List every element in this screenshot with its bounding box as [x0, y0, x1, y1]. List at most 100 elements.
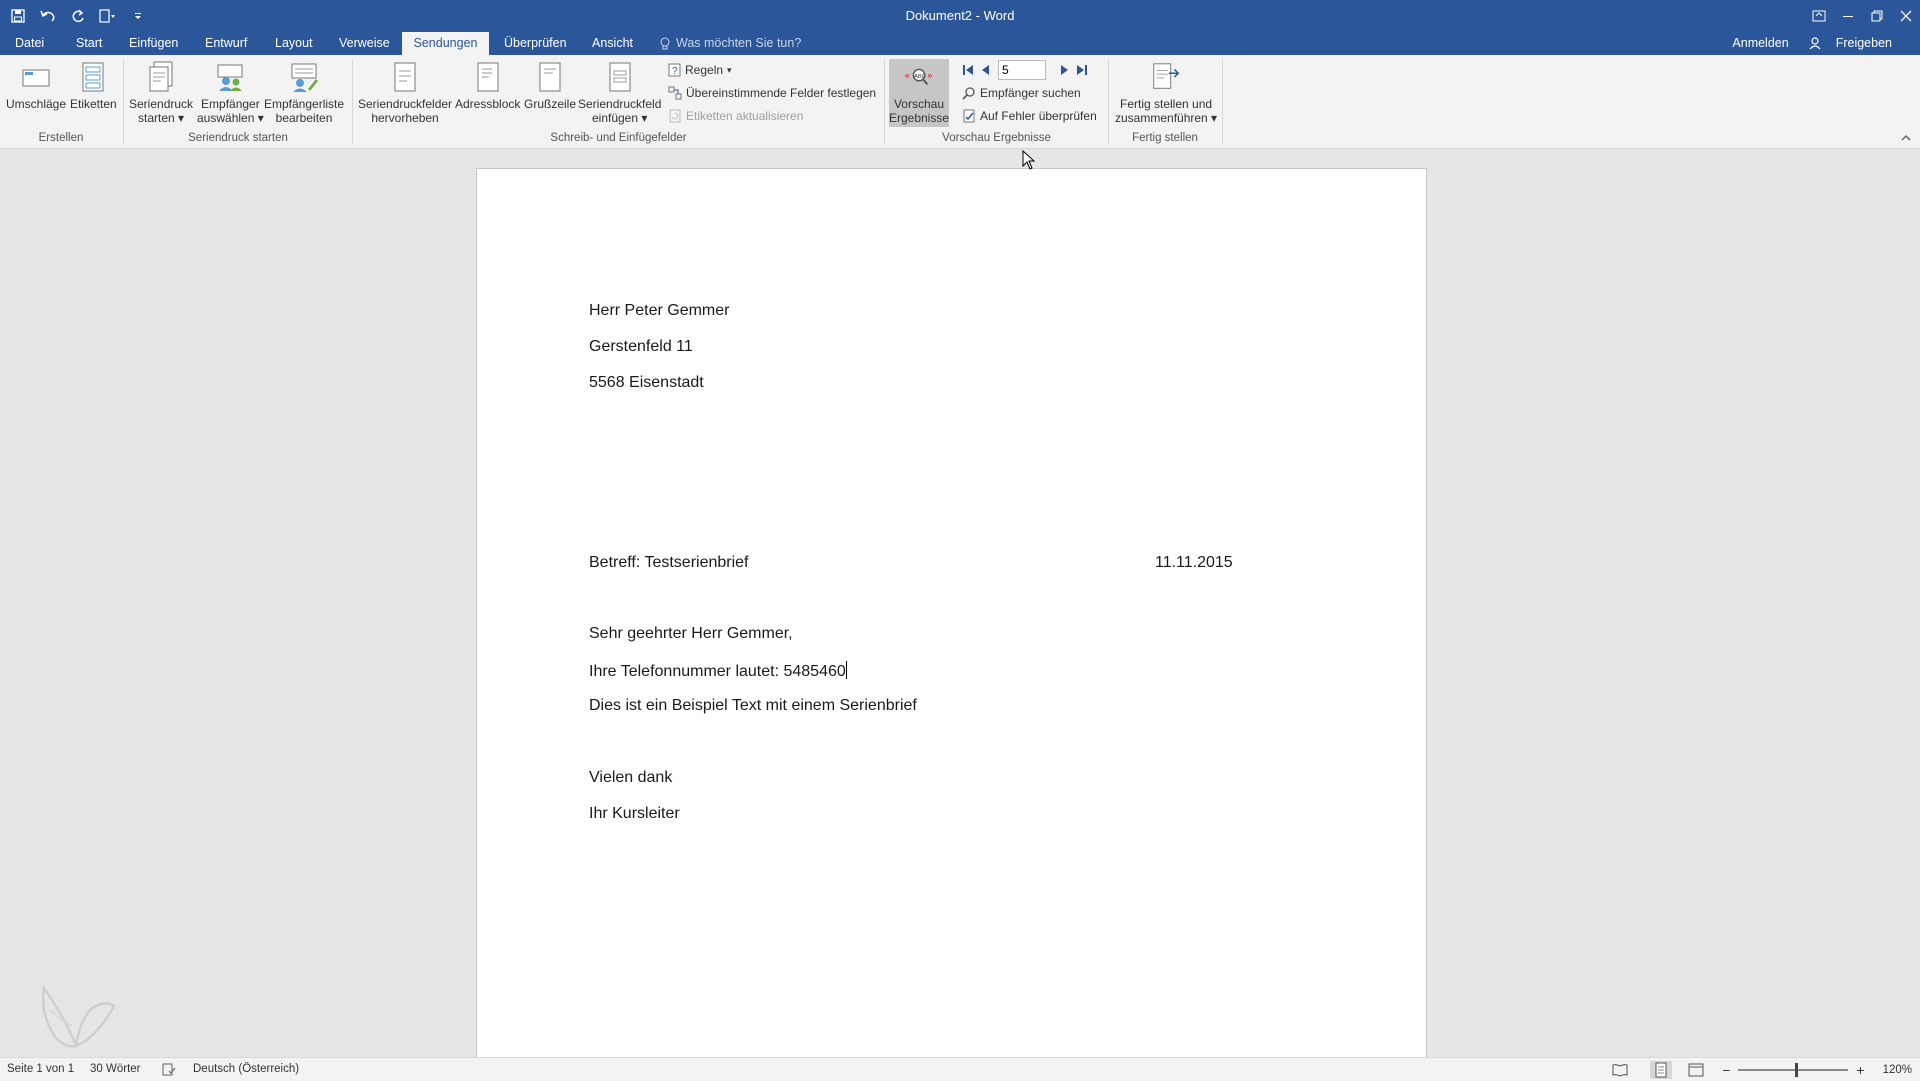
tab-ansicht[interactable]: Ansicht — [586, 32, 639, 55]
highlight-merge-fields-label-2: hervorheben — [371, 111, 439, 125]
view-zoom-controls: − + 120% — [1612, 1058, 1912, 1081]
mail-merge-icon — [149, 61, 173, 92]
undo-icon[interactable] — [36, 4, 60, 28]
page-count[interactable]: Seite 1 von 1 — [7, 1058, 74, 1081]
collapse-ribbon-icon[interactable] — [1901, 134, 1911, 142]
svg-text:»: » — [927, 70, 932, 80]
tab-einfuegen[interactable]: Einfügen — [123, 32, 184, 55]
previous-record-icon[interactable] — [980, 64, 992, 76]
closing: Vielen dank — [589, 769, 673, 786]
ribbon: Umschläge Etiketten Erstellen Seriendruc… — [0, 55, 1920, 149]
print-layout-icon[interactable] — [1650, 1060, 1673, 1079]
record-number-field[interactable] — [998, 60, 1046, 80]
match-fields-label: Übereinstimmende Felder festlegen — [686, 86, 877, 100]
start-mail-merge-label-1: Seriendruck — [129, 97, 194, 111]
preview-results-icon: « »ABC — [905, 68, 932, 86]
lightbulb-icon — [660, 37, 670, 49]
greeting-line-icon — [539, 62, 561, 92]
finish-merge-button[interactable]: Fertig stellen und zusammenführen ▾ — [1115, 59, 1217, 125]
last-record-icon[interactable] — [1076, 64, 1088, 76]
zoom-slider[interactable] — [1738, 1062, 1849, 1077]
update-labels-label: Etiketten aktualisieren — [686, 109, 804, 123]
preview-results-label-2: Ergebnisse — [888, 111, 950, 125]
signin-link[interactable]: Anmelden — [1722, 32, 1798, 55]
labels-button[interactable]: Etiketten — [70, 59, 117, 111]
check-errors-icon — [963, 109, 975, 123]
labels-label: Etiketten — [70, 97, 117, 111]
status-bar: Seite 1 von 1 30 Wörter Deutsch (Österre… — [0, 1057, 1920, 1081]
quick-access-toolbar — [6, 0, 150, 32]
address-block-button[interactable]: Adressblock — [455, 59, 520, 111]
text-caret — [845, 661, 847, 679]
zoom-slider-knob[interactable] — [1794, 1062, 1798, 1077]
tell-me-placeholder: Was möchten Sie tun? — [676, 36, 802, 50]
zoom-in-button[interactable]: + — [1856, 1062, 1864, 1078]
butterfly-logo — [42, 984, 116, 1048]
share-button[interactable]: Freigeben — [1799, 32, 1920, 55]
greeting-line-button[interactable]: Grußzeile — [524, 59, 576, 111]
next-record-icon[interactable] — [1058, 64, 1070, 76]
insert-field-icon — [609, 62, 631, 92]
check-errors-label: Auf Fehler überprüfen — [980, 109, 1097, 123]
redo-icon[interactable] — [66, 4, 90, 28]
update-labels-button[interactable]: Etiketten aktualisieren — [668, 106, 803, 126]
zoom-out-button[interactable]: − — [1722, 1062, 1730, 1078]
edit-recipient-list-label-2: bearbeiten — [275, 111, 333, 125]
ribbon-tabs: Datei Start Einfügen Entwurf Layout Verw… — [0, 32, 1920, 55]
start-mail-merge-button[interactable]: Seriendruck starten ▾ — [129, 59, 193, 125]
envelopes-label: Umschläge — [6, 97, 67, 111]
highlight-merge-fields-label-1: Seriendruckfelder — [358, 97, 453, 111]
first-record-icon[interactable] — [962, 64, 974, 76]
preview-results-label-1: Vorschau — [893, 97, 945, 111]
touch-mode-icon[interactable] — [96, 4, 120, 28]
tab-layout[interactable]: Layout — [269, 32, 319, 55]
group-label-seriendruck-starten: Seriendruck starten — [188, 132, 288, 144]
language[interactable]: Deutsch (Österreich) — [193, 1058, 299, 1081]
check-errors-button[interactable]: Auf Fehler überprüfen — [962, 106, 1097, 126]
window-controls — [1804, 0, 1920, 32]
tab-sendungen[interactable]: Sendungen — [402, 32, 489, 55]
proofing-icon[interactable] — [162, 1063, 176, 1076]
envelope-icon — [22, 69, 50, 87]
word-count[interactable]: 30 Wörter — [90, 1058, 141, 1081]
select-recipients-button[interactable]: Empfänger auswählen ▾ — [197, 59, 264, 125]
tab-start[interactable]: Start — [70, 32, 108, 55]
group-separator — [1222, 59, 1223, 145]
tab-datei[interactable]: Datei — [9, 32, 50, 55]
edit-recipient-list-button[interactable]: Empfängerliste bearbeiten — [264, 59, 344, 125]
document-page[interactable]: Herr Peter Gemmer Gerstenfeld 11 5568 Ei… — [476, 168, 1427, 1059]
find-recipient-button[interactable]: Empfänger suchen — [962, 83, 1081, 103]
customize-icon[interactable] — [126, 4, 150, 28]
finish-merge-icon — [1153, 63, 1180, 89]
address-name: Herr Peter Gemmer — [589, 302, 730, 319]
tab-verweise[interactable]: Verweise — [333, 32, 396, 55]
find-recipient-icon — [962, 87, 975, 100]
start-mail-merge-label-2: starten ▾ — [137, 111, 185, 125]
dropdown-arrow: ▾ — [727, 64, 732, 75]
salutation: Sehr geehrter Herr Gemmer, — [589, 625, 793, 642]
greeting-line-label: Grußzeile — [524, 97, 577, 111]
tab-ueberpruefen[interactable]: Überprüfen — [498, 32, 573, 55]
tell-me-box[interactable]: Was möchten Sie tun? — [660, 32, 801, 55]
read-mode-icon[interactable] — [1612, 1063, 1628, 1077]
minimize-icon[interactable] — [1833, 0, 1862, 32]
match-fields-button[interactable]: Übereinstimmende Felder festlegen — [668, 83, 876, 103]
close-icon[interactable] — [1891, 0, 1920, 32]
title-bar: Dokument2 - Word — [0, 0, 1920, 32]
ribbon-display-icon[interactable] — [1804, 0, 1833, 32]
group-label-fertig-stellen: Fertig stellen — [1132, 132, 1198, 144]
update-labels-icon — [669, 109, 681, 123]
preview-results-button[interactable]: « » ABC Vorschau Ergebnisse — [889, 59, 949, 127]
insert-merge-field-button[interactable]: Seriendruckfeld einfügen ▾ — [578, 59, 661, 125]
zoom-level[interactable]: 120% — [1883, 1064, 1912, 1076]
save-icon[interactable] — [6, 4, 30, 28]
envelopes-button[interactable]: Umschläge — [6, 59, 66, 111]
highlight-merge-fields-button[interactable]: Seriendruckfelder hervorheben — [358, 59, 452, 125]
select-recipients-label-1: Empfänger — [201, 97, 260, 111]
web-layout-icon[interactable] — [1688, 1063, 1704, 1077]
restore-icon[interactable] — [1862, 0, 1891, 32]
subject-line: Betreff: Testserienbrief — [589, 554, 749, 571]
rules-button[interactable]: ? Regeln ▾ — [668, 60, 732, 80]
group-label-schreib-einfuegefelder: Schreib- und Einfügefelder — [550, 132, 687, 144]
tab-entwurf[interactable]: Entwurf — [199, 32, 253, 55]
